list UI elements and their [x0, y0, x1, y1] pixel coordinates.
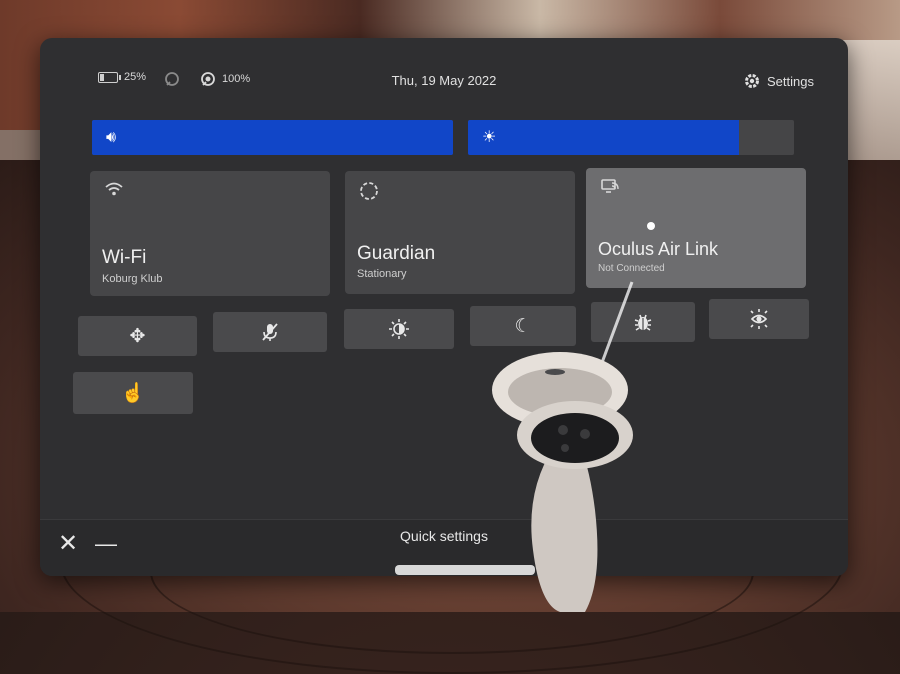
controller-laser — [395, 222, 655, 575]
pointer-cursor — [647, 222, 655, 230]
panel-grab-bar — [395, 565, 535, 575]
